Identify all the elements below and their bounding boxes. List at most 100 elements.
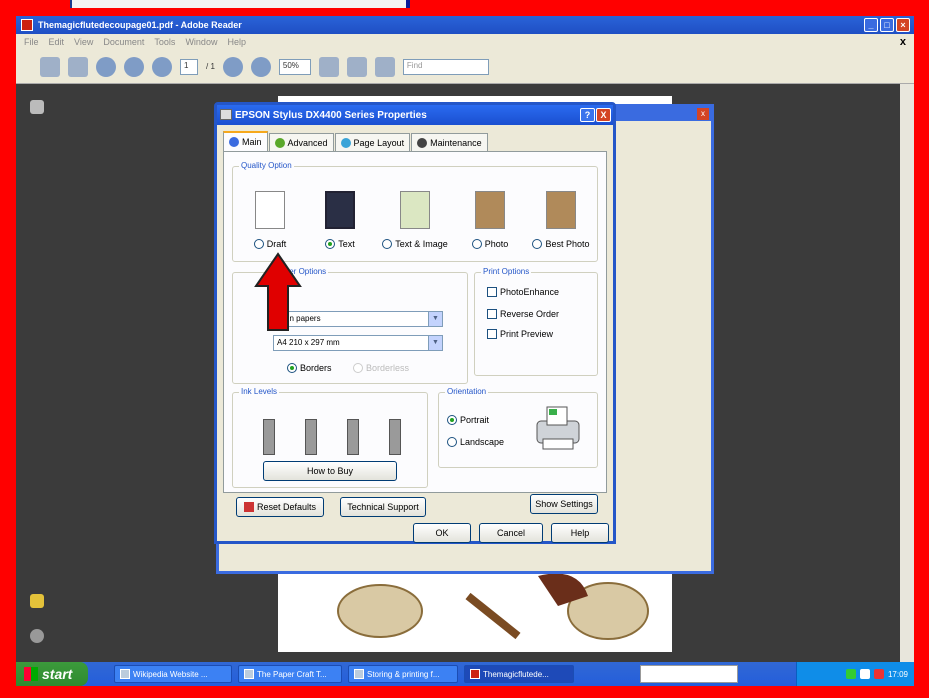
paper-size-value: A4 210 x 297 mm [277,338,340,347]
borders-radio[interactable] [287,363,297,373]
menu-window[interactable]: Window [185,37,217,47]
portrait-radio[interactable] [447,415,457,425]
comments-icon[interactable] [30,594,44,608]
reverse-order-option[interactable]: Reverse Order [487,309,559,319]
menu-document[interactable]: Document [103,37,144,47]
close-icon[interactable]: × [896,18,910,32]
browser-icon [120,669,130,679]
borders-option[interactable]: Borders [287,363,332,373]
quality-best-photo[interactable]: Best Photo [523,191,599,249]
attachments-icon[interactable] [30,629,44,643]
photoenhance-option[interactable]: PhotoEnhance [487,287,559,297]
reverse-order-checkbox[interactable] [487,309,497,319]
photoenhance-checkbox[interactable] [487,287,497,297]
taskbar-item-wikipedia[interactable]: Wikipedia Website ... [114,665,232,683]
adobe-icon [470,669,480,679]
menu-view[interactable]: View [74,37,93,47]
zoom-level-input[interactable]: 50% [278,58,311,75]
page-number-input[interactable]: 1 [180,58,198,75]
tab-page-layout[interactable]: Page Layout [334,133,411,151]
menu-file[interactable]: File [24,37,39,47]
tab-main[interactable]: Main [223,131,268,151]
photo-radio[interactable] [471,239,482,249]
best-photo-radio[interactable] [532,239,543,249]
text-radio[interactable] [325,239,336,249]
portrait-option[interactable]: Portrait [447,415,489,425]
ink-cartridge-cyan [305,419,317,455]
prev-page-icon[interactable] [124,56,144,77]
print-preview-checkbox[interactable] [487,329,497,339]
fit-width-icon[interactable] [346,56,367,77]
maximize-icon[interactable]: □ [880,18,894,32]
help-button[interactable]: Help [551,523,609,543]
show-settings-button[interactable]: Show Settings [530,494,598,514]
tab-maintenance[interactable]: Maintenance [411,133,488,151]
next-page-icon[interactable] [152,56,172,77]
print-icon[interactable] [40,56,60,77]
taskbar-item-paper-craft[interactable]: The Paper Craft T... [238,665,342,683]
landscape-radio[interactable] [447,437,457,447]
epson-close-button[interactable]: X [596,108,611,122]
tab-advanced-label: Advanced [287,137,328,148]
find-input[interactable]: Find [402,58,489,75]
clock[interactable]: 17:09 [888,670,908,679]
orientation-group: Orientation Portrait Landscape [438,387,598,468]
print-preview-option[interactable]: Print Preview [487,329,553,339]
how-to-buy-button[interactable]: How to Buy [263,461,397,481]
photo-label: Photo [484,239,509,249]
language-bar[interactable] [640,665,738,683]
document-close-button[interactable]: x [900,36,906,48]
fit-page-icon[interactable] [318,56,339,77]
technical-support-button[interactable]: Technical Support [340,497,426,517]
volume-icon[interactable] [859,669,870,679]
quality-text[interactable]: Text [305,191,375,249]
top-window-strip [70,0,410,8]
tab-advanced[interactable]: Advanced [268,133,334,151]
main-tab-icon [229,137,239,147]
taskbar-item-storing-printing[interactable]: Storing & printing f... [348,665,458,683]
landscape-option[interactable]: Landscape [447,437,504,447]
draft-document-icon [255,191,285,229]
page-layout-tab-icon [340,137,351,148]
help-question-button[interactable]: ? [580,108,595,122]
ink-cartridge-yellow [389,419,401,455]
ink-levels-group: Ink Levels How to Buy [232,387,428,488]
text-image-label: Text & Image [395,239,448,249]
borderless-radio[interactable] [353,363,363,373]
reset-defaults-button[interactable]: Reset Defaults [236,497,324,517]
browser-icon [244,669,254,679]
epson-titlebar[interactable]: EPSON Stylus DX4400 Series Properties ? … [217,105,613,125]
snapshot-icon[interactable] [374,56,395,77]
zoom-out-icon[interactable] [222,56,243,77]
network-icon[interactable] [845,669,856,679]
adobe-doc-icon [21,19,33,31]
ink-cartridge-magenta [347,419,359,455]
quality-photo[interactable]: Photo [455,191,525,249]
quality-draft[interactable]: Draft [235,191,305,249]
app-titlebar[interactable]: Themagicflutedecoupage01.pdf - Adobe Rea… [16,16,914,34]
security-icon[interactable] [873,669,884,679]
page-total: / 1 [206,62,215,71]
pages-icon[interactable] [30,100,44,114]
draft-radio[interactable] [253,239,264,249]
borderless-option[interactable]: Borderless [353,363,409,373]
menu-help[interactable]: Help [227,37,246,47]
zoom-in-icon[interactable] [250,56,271,77]
print-dialog-close-button[interactable]: x [697,108,709,120]
windows-taskbar: start Wikipedia Website ... The Paper Cr… [16,662,914,686]
quality-text-image[interactable]: Text & Image [375,191,455,249]
start-button[interactable]: start [16,662,88,686]
chevron-down-icon: ▼ [428,336,442,350]
taskbar-item-adobe-reader[interactable]: Themagicflutede... [464,665,574,683]
paper-size-select[interactable]: A4 210 x 297 mm ▼ [273,335,443,351]
epson-window-buttons: ? X [580,108,611,122]
menu-tools[interactable]: Tools [154,37,175,47]
text-image-radio[interactable] [382,239,393,249]
ok-button[interactable]: OK [413,523,471,543]
vertical-scrollbar[interactable] [900,84,914,666]
menu-edit[interactable]: Edit [49,37,65,47]
collaborate-icon[interactable] [96,56,116,77]
minimize-icon[interactable]: _ [864,18,878,32]
cancel-button[interactable]: Cancel [479,523,543,543]
email-icon[interactable] [68,56,88,77]
